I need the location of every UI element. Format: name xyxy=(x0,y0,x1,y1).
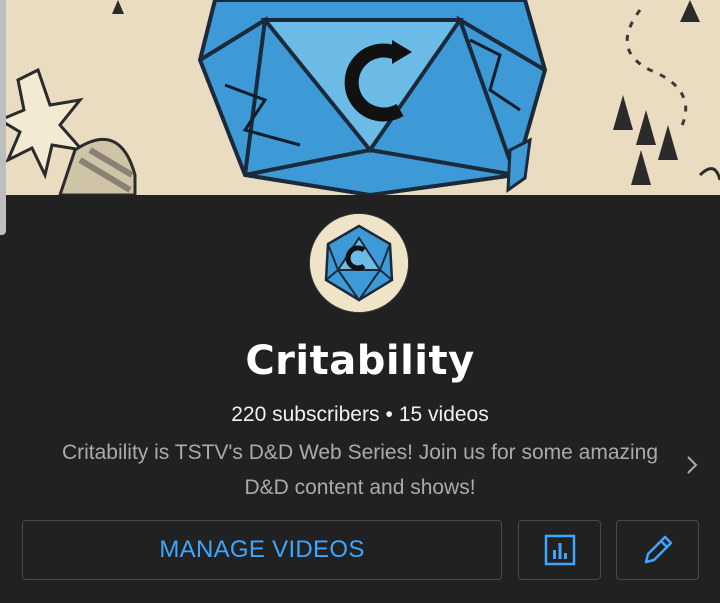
subscriber-count: 220 subscribers xyxy=(231,403,380,426)
manage-videos-button[interactable]: MANAGE VIDEOS xyxy=(22,520,502,580)
channel-header: Critability 220 subscribers • 15 videos Cr… xyxy=(0,195,720,603)
bar-chart-icon xyxy=(544,534,575,566)
video-count: 15 videos xyxy=(398,403,489,426)
pencil-icon xyxy=(644,535,672,564)
channel-description[interactable]: Critability is TSTV's D&D Web Series! Jo… xyxy=(40,435,680,505)
manage-videos-label: MANAGE VIDEOS xyxy=(159,536,365,563)
avatar-dice-logo xyxy=(310,214,408,312)
stats-separator: • xyxy=(385,403,393,426)
edit-channel-button[interactable] xyxy=(616,520,699,580)
channel-banner xyxy=(0,0,720,195)
channel-stats: 220 subscribers • 15 videos xyxy=(0,403,720,427)
channel-name: Critability xyxy=(245,338,475,384)
d20-die xyxy=(197,0,548,195)
banner-artwork xyxy=(0,0,720,195)
analytics-button[interactable] xyxy=(518,520,601,580)
channel-avatar[interactable] xyxy=(310,214,408,312)
chevron-right-icon[interactable] xyxy=(680,453,704,477)
